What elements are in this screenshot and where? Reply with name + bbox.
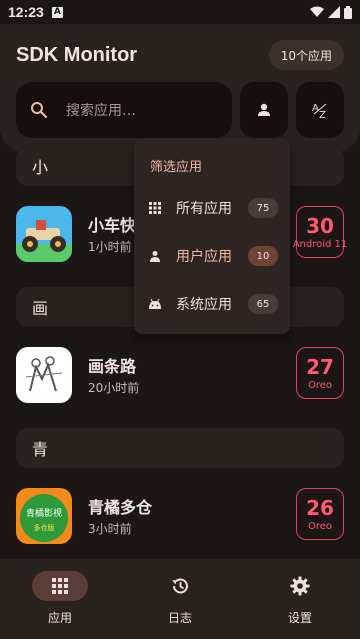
app-title: SDK Monitor xyxy=(16,44,138,66)
svg-text:Z: Z xyxy=(319,110,326,120)
app-time: 1小时前 xyxy=(88,240,132,254)
app-row-qingju[interactable]: 青橘影视 多仓版 青橘多仓 3小时前 26 Oreo xyxy=(0,478,360,554)
menu-item-all-apps[interactable]: 所有应用 75 xyxy=(134,184,290,232)
menu-item-count: 10 xyxy=(248,246,278,266)
notification-icon: A xyxy=(51,6,63,18)
app-time: 20小时前 xyxy=(88,381,140,395)
gear-icon xyxy=(272,571,328,601)
app-row-huatiaolu[interactable]: 画条路 20小时前 27 Oreo xyxy=(0,337,360,413)
menu-item-label: 系统应用 xyxy=(176,297,232,313)
person-icon xyxy=(148,250,162,262)
nav-logs[interactable]: 日志 xyxy=(120,571,240,626)
filter-menu: 筛选应用 所有应用 75 用户应用 10 系统应用 65 xyxy=(134,138,290,334)
section-label: 青 xyxy=(32,440,49,459)
app-name: 画条路 xyxy=(88,357,137,376)
sdk-badge: 30 Android 11 xyxy=(293,206,347,258)
sdk-badge: 26 Oreo xyxy=(296,488,344,540)
search-icon xyxy=(31,102,48,119)
signal-icon xyxy=(328,6,340,18)
app-icon-xiaoche xyxy=(16,206,72,262)
filter-user-button[interactable] xyxy=(240,82,288,138)
search-input[interactable]: 搜索应用… xyxy=(16,82,232,138)
sdk-number: 30 xyxy=(306,213,334,238)
app-time: 3小时前 xyxy=(88,522,132,536)
sdk-number: 26 xyxy=(306,495,334,520)
menu-item-label: 用户应用 xyxy=(176,249,232,265)
section-header-qing: 青 xyxy=(16,428,344,468)
nav-label: 设置 xyxy=(287,611,312,625)
section-label: 画 xyxy=(32,299,49,318)
sdk-number: 27 xyxy=(306,354,334,379)
sort-button[interactable]: A Z xyxy=(296,82,344,138)
nav-apps[interactable]: 应用 xyxy=(0,571,120,626)
grid-icon xyxy=(148,202,162,214)
menu-item-system-apps[interactable]: 系统应用 65 xyxy=(134,280,290,328)
nav-settings[interactable]: 设置 xyxy=(240,571,360,626)
menu-item-count: 65 xyxy=(248,294,278,314)
android-icon xyxy=(148,299,162,309)
menu-item-label: 所有应用 xyxy=(176,201,232,217)
status-time: 12:23 xyxy=(8,4,44,20)
battery-icon xyxy=(344,5,352,19)
sdk-version: Android 11 xyxy=(292,238,348,250)
apps-grid-icon xyxy=(32,571,88,601)
wifi-icon xyxy=(310,6,324,17)
app-count-chip[interactable]: 10个应用 xyxy=(268,40,344,70)
sdk-badge: 27 Oreo xyxy=(296,347,344,399)
app-name: 小车快 xyxy=(88,216,137,235)
menu-item-count: 75 xyxy=(248,198,278,218)
history-icon xyxy=(152,571,208,601)
app-icon-qingju: 青橘影视 多仓版 xyxy=(16,488,72,544)
app-icon-huatiaolu xyxy=(16,347,72,403)
icon-text-top: 青橘影视 xyxy=(26,507,62,519)
section-label: 小 xyxy=(32,158,49,177)
bottom-navigation: 应用 日志 设置 xyxy=(0,559,360,639)
menu-item-user-apps[interactable]: 用户应用 10 xyxy=(134,232,290,280)
sdk-version: Oreo xyxy=(307,379,333,391)
status-bar: 12:23 A xyxy=(0,0,360,24)
person-icon xyxy=(258,103,270,116)
icon-text-bottom: 多仓版 xyxy=(34,523,55,532)
filter-menu-title: 筛选应用 xyxy=(150,160,203,175)
app-name: 青橘多仓 xyxy=(88,498,153,517)
search-placeholder: 搜索应用… xyxy=(66,103,136,119)
sdk-version: Oreo xyxy=(307,520,333,532)
sort-az-icon: A Z xyxy=(312,103,327,120)
nav-label: 应用 xyxy=(47,611,72,625)
nav-label: 日志 xyxy=(167,611,192,625)
